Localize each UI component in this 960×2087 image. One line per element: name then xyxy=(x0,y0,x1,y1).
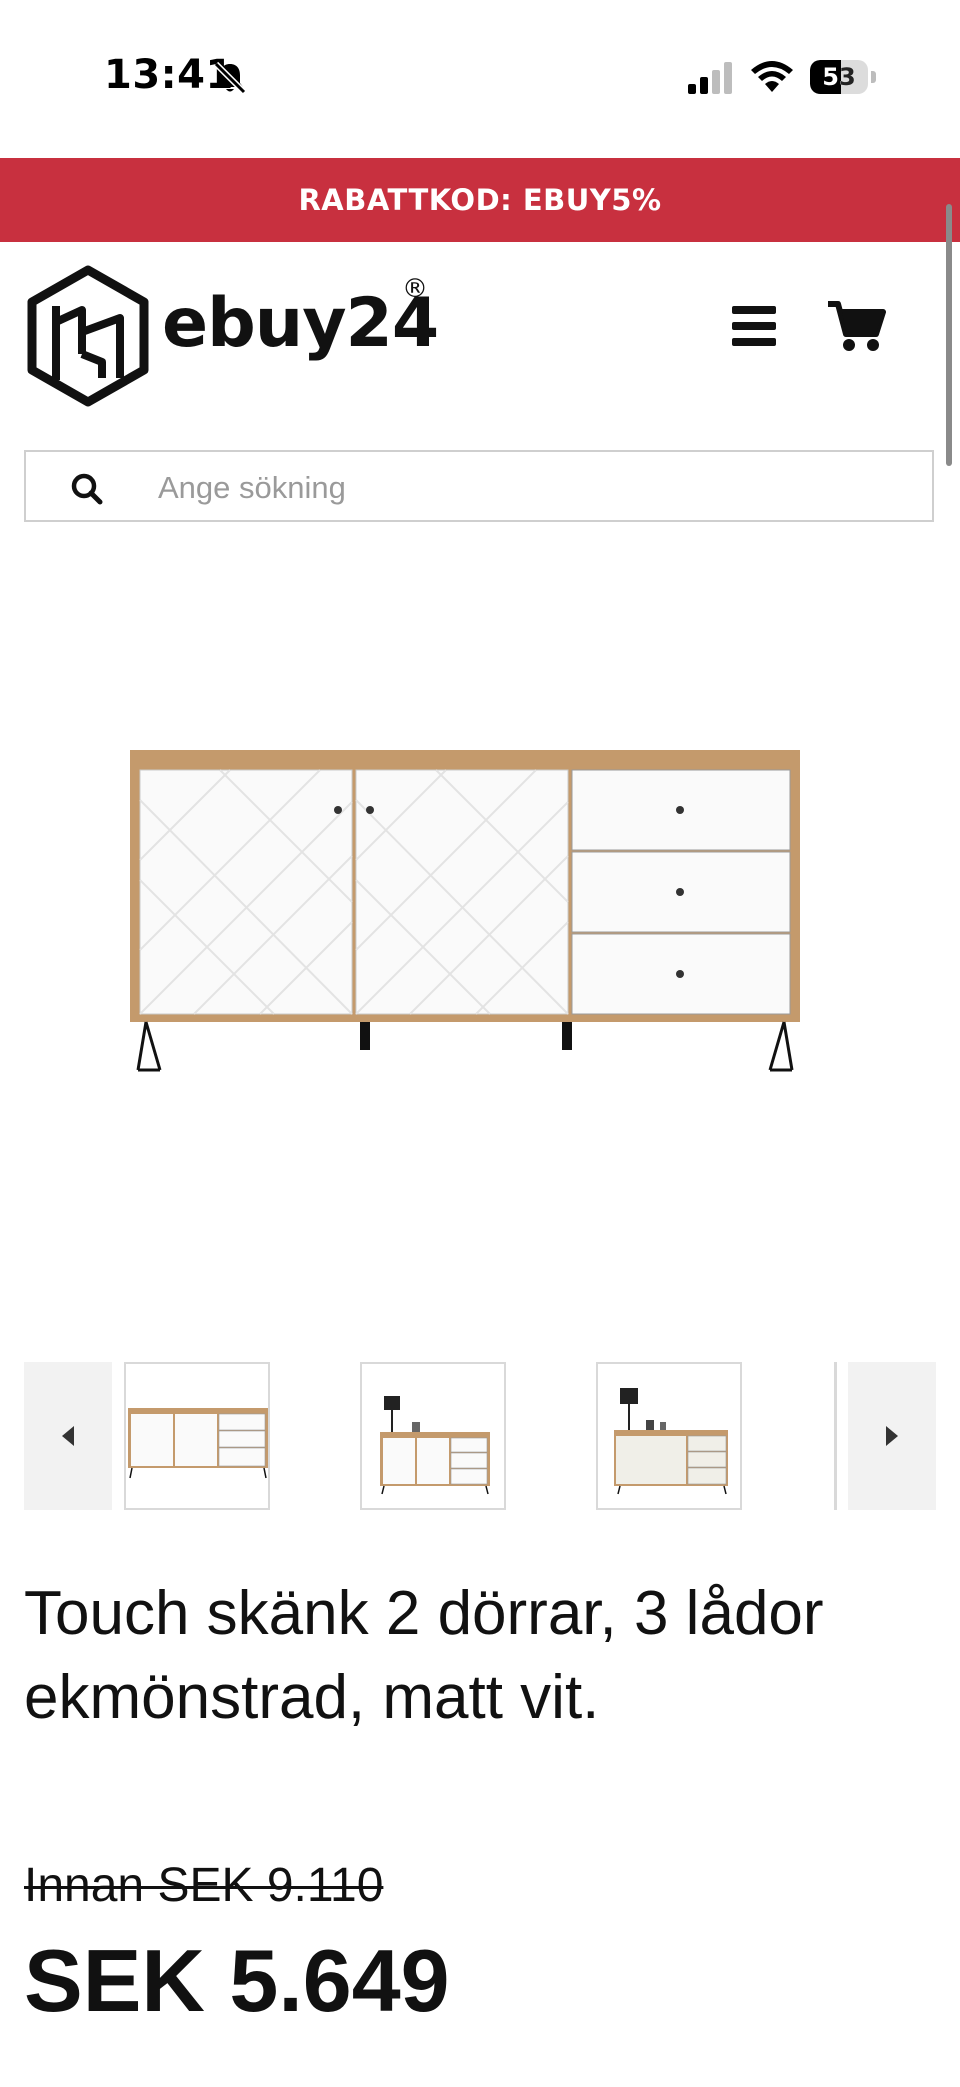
thumbnail-image xyxy=(380,1396,490,1495)
battery-tip xyxy=(871,71,876,83)
battery-label: 53 xyxy=(822,63,856,91)
battery-icon: 53 xyxy=(810,60,876,94)
cart-icon[interactable] xyxy=(826,298,886,354)
thumbnail-image xyxy=(614,1388,728,1495)
hamburger-menu-icon[interactable] xyxy=(728,302,782,350)
thumbnail-3[interactable] xyxy=(596,1362,742,1510)
thumbnail-2[interactable] xyxy=(360,1362,506,1510)
logo-wordmark: ebuy24 xyxy=(162,284,439,363)
product-title: Touch skänk 2 dörrar, 3 lådor ekmönstrad… xyxy=(24,1579,824,1732)
thumbnail-1[interactable] xyxy=(124,1362,270,1510)
chevron-right-icon xyxy=(886,1426,898,1446)
chevron-left-icon xyxy=(62,1426,74,1446)
thumbnail-edge xyxy=(834,1362,837,1510)
search-icon[interactable] xyxy=(70,472,104,506)
signal-icon xyxy=(688,62,732,94)
search-input[interactable] xyxy=(156,458,900,518)
bell-slash-icon xyxy=(213,61,247,95)
product-image[interactable] xyxy=(120,740,810,1080)
thumbnail-image xyxy=(128,1408,268,1479)
current-price: SEK 5.649 xyxy=(24,1931,450,2030)
wifi-icon xyxy=(751,61,793,92)
old-price: Innan SEK 9.110 xyxy=(24,1859,384,1912)
registered-mark: ® xyxy=(402,274,428,304)
site-logo[interactable]: ebuy24 ® xyxy=(22,262,442,412)
hexagon-logo-icon xyxy=(27,265,149,407)
gallery-next-button[interactable] xyxy=(848,1362,936,1510)
thumbnail-strip xyxy=(24,1362,936,1510)
promo-banner[interactable]: RABATTKOD: EBUY5% xyxy=(0,158,960,242)
status-bar: 13:41 53 xyxy=(0,0,960,158)
page-scrollbar[interactable] xyxy=(946,204,952,466)
gallery-prev-button[interactable] xyxy=(24,1362,112,1510)
search-bar[interactable] xyxy=(24,450,934,522)
